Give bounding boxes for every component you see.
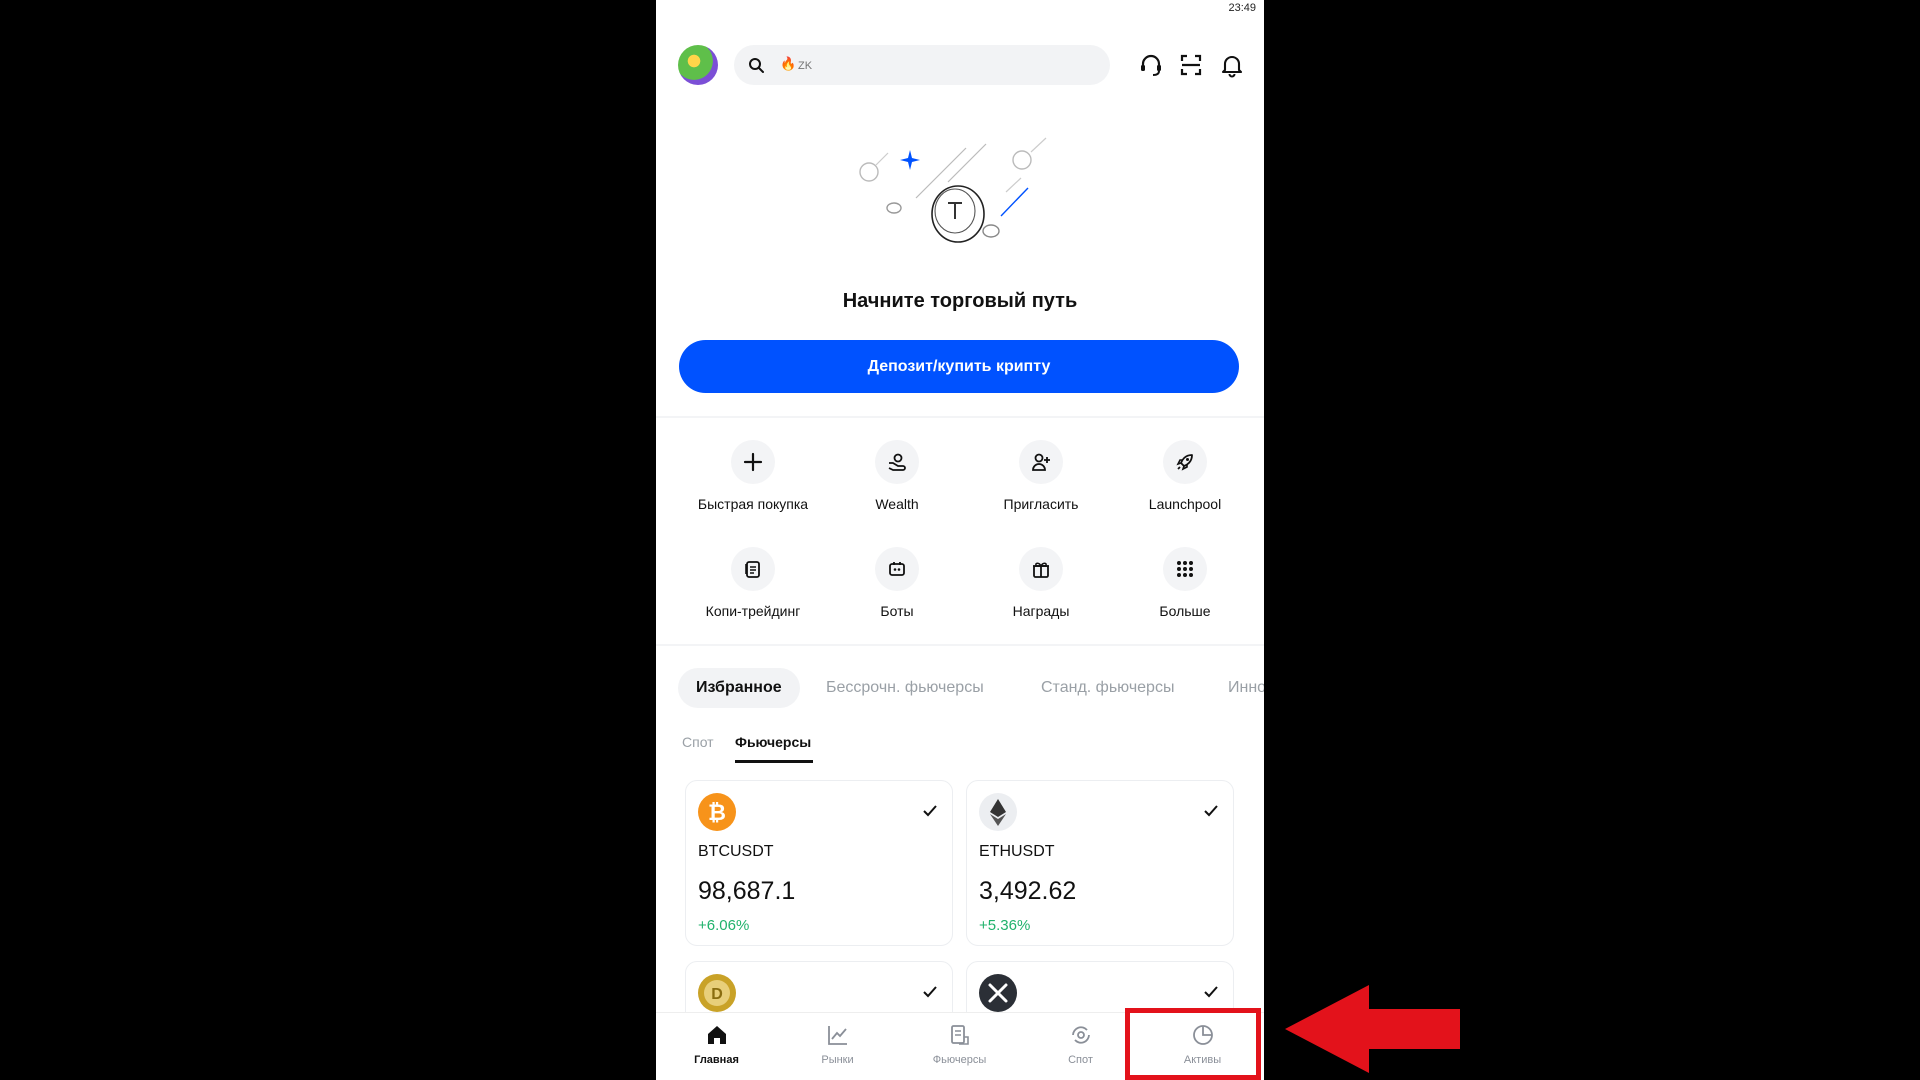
avatar[interactable]: [678, 45, 718, 85]
nav-label: Фьючерсы: [932, 1054, 987, 1066]
status-time: 23:49: [1228, 2, 1256, 14]
quick-action-label: Копи-трейдинг: [705, 603, 801, 619]
scan-icon[interactable]: [1178, 52, 1204, 78]
hero-title: Начните торговый путь: [842, 290, 1078, 312]
ethereum-icon: [979, 793, 1017, 831]
bot-icon: [889, 562, 905, 576]
gift-icon: [1033, 562, 1049, 578]
quick-action-more[interactable]: Больше: [1110, 547, 1260, 619]
quick-action-invite[interactable]: Пригласить: [966, 440, 1116, 512]
xrp-icon: [979, 974, 1017, 1012]
quick-action-quick-buy[interactable]: Быстрая покупка: [678, 440, 828, 512]
market-card-ethusdt[interactable]: ETHUSDT 3,492.62 +5.36%: [966, 780, 1234, 946]
card-symbol: ETHUSDT: [979, 843, 1055, 860]
bitcoin-icon: ₿: [698, 793, 736, 831]
card-change: +5.36%: [979, 917, 1031, 934]
wealth-icon: [888, 453, 906, 471]
quick-action-copy-trading[interactable]: Копи-трейдинг: [678, 547, 828, 619]
grid-icon: [1177, 561, 1193, 577]
subtab-active-indicator: [735, 760, 813, 763]
fire-icon: 🔥: [780, 56, 797, 71]
search-input[interactable]: [796, 55, 1090, 77]
tab-perpetual-futures[interactable]: Бессрочн. фьючерсы: [826, 668, 984, 708]
quick-action-label: Пригласить: [1003, 496, 1079, 512]
card-price: 3,492.62: [979, 877, 1077, 905]
quick-action-label: Награды: [1012, 603, 1070, 619]
home-icon: [707, 1026, 726, 1044]
check-icon[interactable]: [922, 984, 938, 1000]
quick-action-label: Больше: [1159, 603, 1211, 619]
check-icon[interactable]: [922, 803, 938, 819]
rocket-icon: [1176, 454, 1193, 471]
svg-text:D: D: [711, 986, 723, 1003]
tab-favorites[interactable]: Избранное: [678, 668, 800, 708]
quick-action-label: Быстрая покупка: [697, 496, 809, 512]
copy-trading-icon: [745, 561, 760, 578]
nav-spot[interactable]: Спот: [1020, 1013, 1141, 1080]
phone-screen: 23:49 🔥 Начни: [656, 0, 1264, 1080]
nav-futures[interactable]: Фьючерсы: [899, 1013, 1020, 1080]
hero-illustration: [859, 137, 1047, 243]
nav-label: Спот: [1068, 1054, 1093, 1066]
quick-action-label: Launchpool: [1148, 496, 1222, 512]
card-price: 98,687.1: [698, 877, 796, 905]
divider: [656, 416, 1264, 418]
quick-action-wealth[interactable]: Wealth: [822, 440, 972, 512]
nav-label: Рынки: [821, 1054, 854, 1066]
subtab-futures[interactable]: Фьючерсы: [735, 734, 811, 750]
check-icon[interactable]: [1203, 803, 1219, 819]
quick-action-label: Боты: [880, 603, 914, 619]
headset-icon[interactable]: [1138, 52, 1164, 78]
quick-action-launchpool[interactable]: Launchpool: [1110, 440, 1260, 512]
divider: [656, 644, 1264, 646]
quick-action-label: Wealth: [875, 496, 919, 512]
tab-innovation[interactable]: Инно: [1228, 668, 1264, 708]
markets-icon: [827, 1026, 847, 1045]
card-symbol: BTCUSDT: [698, 843, 774, 860]
spot-icon: [1071, 1026, 1090, 1044]
invite-icon: [1032, 453, 1050, 471]
svg-text:₿: ₿: [708, 800, 726, 825]
bell-icon[interactable]: [1219, 52, 1245, 78]
subtab-spot[interactable]: Спот: [682, 734, 714, 750]
nav-markets[interactable]: Рынки: [777, 1013, 898, 1080]
quick-action-rewards[interactable]: Награды: [966, 547, 1116, 619]
nav-home[interactable]: Главная: [656, 1013, 777, 1080]
futures-icon: [950, 1025, 969, 1045]
search-icon: [749, 58, 764, 73]
card-change: +6.06%: [698, 917, 750, 934]
tab-standard-futures[interactable]: Станд. фьючерсы: [1041, 668, 1174, 708]
nav-label: Главная: [694, 1054, 739, 1066]
plus-icon: [743, 452, 763, 472]
dogecoin-icon: D: [698, 974, 736, 1012]
deposit-buy-crypto-button[interactable]: Депозит/купить крипту: [679, 340, 1239, 393]
search-bar[interactable]: 🔥: [734, 45, 1110, 85]
quick-action-bots[interactable]: Боты: [822, 547, 972, 619]
red-arrow-icon: [1285, 985, 1460, 1073]
assets-highlight-box: [1125, 1008, 1261, 1080]
market-card-btcusdt[interactable]: ₿ BTCUSDT 98,687.1 +6.06%: [685, 780, 953, 946]
check-icon[interactable]: [1203, 984, 1219, 1000]
